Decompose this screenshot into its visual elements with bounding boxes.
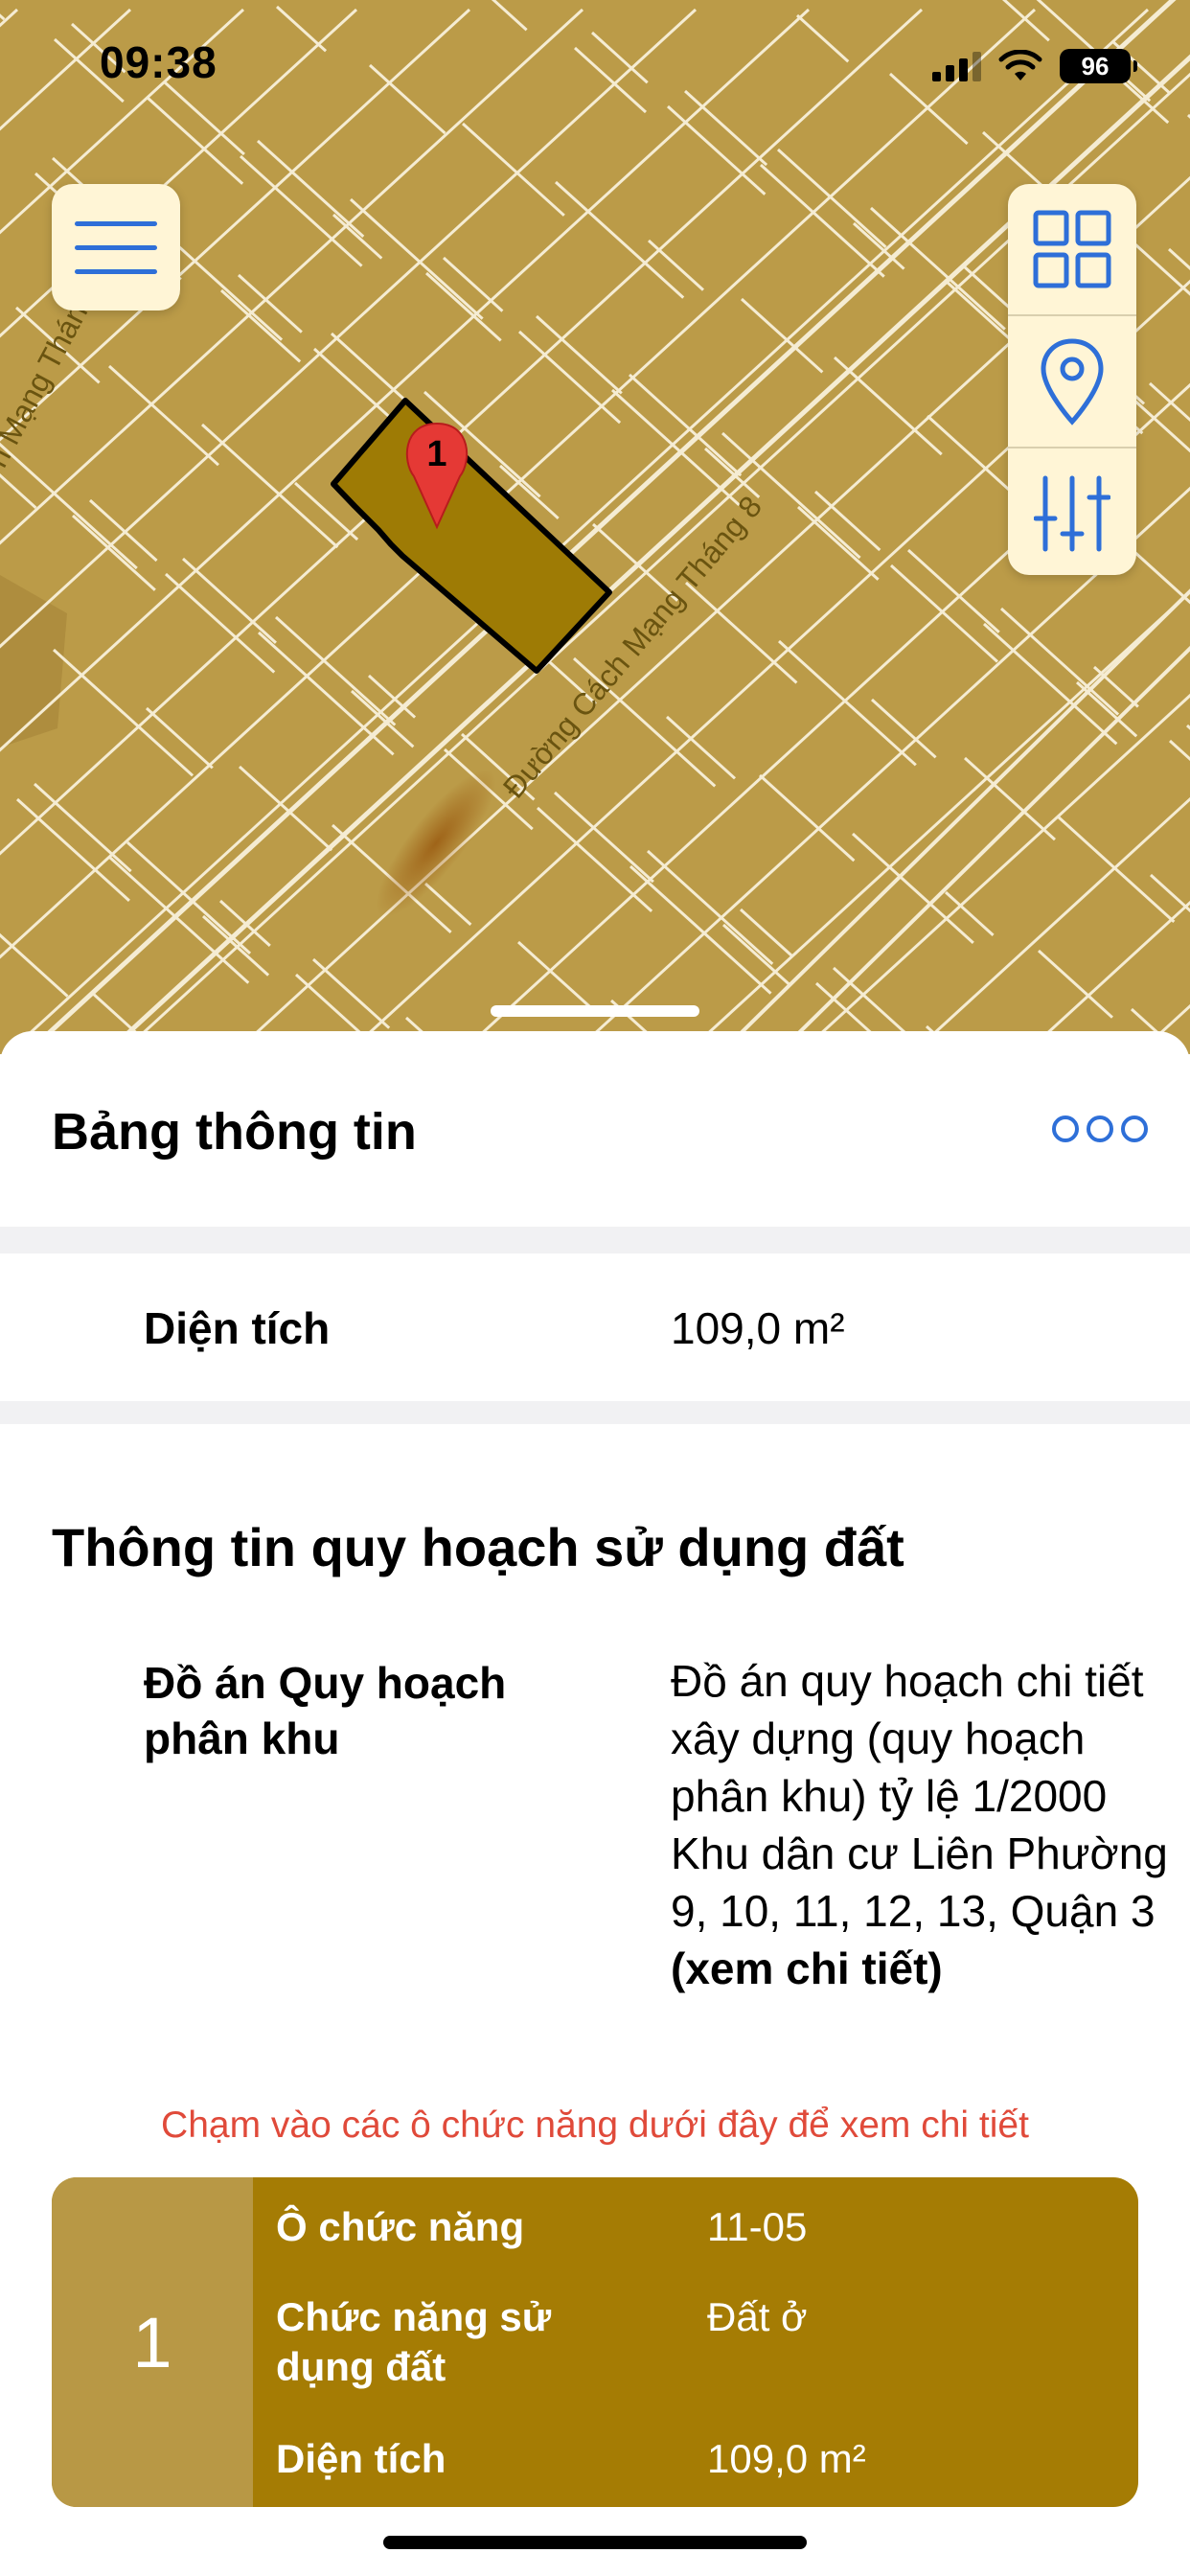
battery-icon: 96 xyxy=(1060,49,1137,83)
menu-icon xyxy=(75,220,157,226)
wifi-icon xyxy=(998,50,1042,80)
status-icons: 96 xyxy=(932,42,1137,90)
area-label: Diện tích xyxy=(144,1303,331,1353)
planning-section-title: Thông tin quy hoạch sử dụng đất xyxy=(52,1517,904,1577)
sheet-title: Bảng thông tin xyxy=(52,1103,417,1161)
location-button[interactable] xyxy=(1008,316,1136,448)
divider xyxy=(0,1227,1190,1254)
function-row-label: Ô chức năng xyxy=(276,2204,525,2249)
menu-button[interactable] xyxy=(52,184,180,310)
function-row-label: Chức năng sử dụng đất xyxy=(276,2294,552,2389)
signal-icon xyxy=(932,51,981,81)
plan-label: Đồ án Quy hoạch phân khu xyxy=(144,1658,507,1763)
more-dots-icon xyxy=(1052,1116,1079,1142)
function-cell-number: 1 xyxy=(52,2177,253,2507)
function-row-value: 109,0 m² xyxy=(707,2436,866,2481)
area-value: 109,0 m² xyxy=(671,1303,845,1353)
divider xyxy=(0,1401,1190,1424)
filters-button[interactable] xyxy=(1008,448,1136,575)
sliders-icon xyxy=(1034,475,1110,552)
function-row-label: Diện tích xyxy=(276,2436,446,2481)
marker-label: 1 xyxy=(426,434,446,474)
plan-detail-link[interactable]: (xem chi tiết) xyxy=(671,1944,943,1993)
function-row-value: 11-05 xyxy=(707,2204,808,2249)
status-time: 09:38 xyxy=(100,37,217,87)
sheet-handle[interactable] xyxy=(491,1005,699,1017)
map-tools xyxy=(1008,184,1136,575)
function-cell-card[interactable]: 1 Ô chức năng 11-05 Chức năng sử dụng đấ… xyxy=(52,2177,1138,2507)
location-pin-icon xyxy=(1041,338,1104,426)
layers-button[interactable] xyxy=(1008,184,1136,316)
home-indicator[interactable] xyxy=(383,2536,807,2549)
function-row-value: Đất ở xyxy=(707,2294,808,2339)
plan-value: Đồ án quy hoạch chi tiết xây dựng (quy h… xyxy=(671,1652,1169,1997)
more-button[interactable] xyxy=(1052,1116,1148,1142)
hint-text: Chạm vào các ô chức năng dưới đây để xem… xyxy=(161,2104,1029,2146)
grid-icon xyxy=(1033,210,1111,288)
plan-value-text: Đồ án quy hoạch chi tiết xây dựng (quy h… xyxy=(671,1656,1168,1936)
